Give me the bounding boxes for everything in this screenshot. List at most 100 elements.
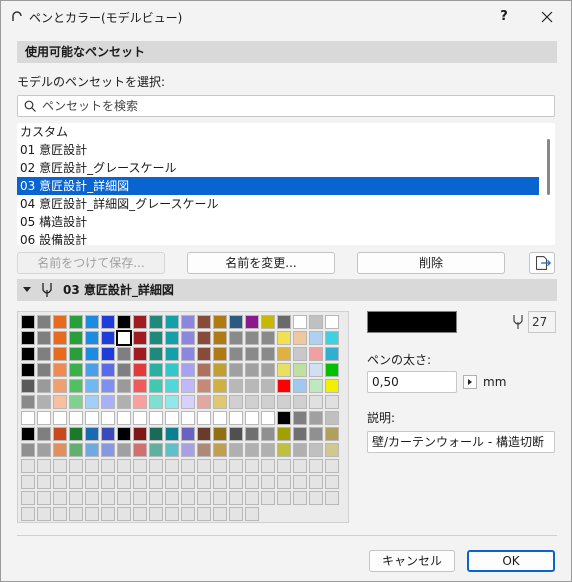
pen-swatch-83[interactable]	[53, 379, 67, 393]
pen-swatch-159[interactable]	[309, 427, 323, 441]
cancel-button[interactable]: キャンセル	[369, 550, 455, 572]
pen-swatch-45[interactable]	[85, 347, 99, 361]
pen-swatch-67[interactable]	[117, 363, 131, 377]
pen-swatch-80[interactable]	[325, 363, 339, 377]
pen-swatch-68[interactable]	[133, 363, 147, 377]
pen-swatch-115[interactable]	[245, 395, 259, 409]
pen-swatch-37[interactable]	[277, 331, 291, 345]
pen-swatch-89[interactable]	[149, 379, 163, 393]
pen-swatch-254[interactable]	[229, 507, 243, 521]
pen-swatch-95[interactable]	[245, 379, 259, 393]
pen-swatch-243[interactable]	[53, 507, 67, 521]
pen-swatch-63[interactable]	[53, 363, 67, 377]
pen-swatch-87[interactable]	[117, 379, 131, 393]
pen-swatch-47[interactable]	[117, 347, 131, 361]
pen-swatch-249[interactable]	[149, 507, 163, 521]
pen-swatch-43[interactable]	[53, 347, 67, 361]
pen-swatch-16[interactable]	[261, 315, 275, 329]
pen-swatch-81[interactable]	[21, 379, 35, 393]
pen-swatch-248[interactable]	[133, 507, 147, 521]
pen-swatch-208[interactable]	[133, 475, 147, 489]
pen-swatch-12[interactable]	[197, 315, 211, 329]
pen-swatch-22[interactable]	[37, 331, 51, 345]
pen-swatch-4[interactable]	[69, 315, 83, 329]
pen-swatch-106[interactable]	[101, 395, 115, 409]
pen-swatch-158[interactable]	[293, 427, 307, 441]
pen-swatch-20[interactable]	[325, 315, 339, 329]
pen-swatch-211[interactable]	[181, 475, 195, 489]
pen-swatch-18[interactable]	[293, 315, 307, 329]
pen-swatch-57[interactable]	[277, 347, 291, 361]
pen-swatch-122[interactable]	[37, 411, 51, 425]
pen-swatch-255[interactable]	[245, 507, 259, 521]
pen-swatch-64[interactable]	[69, 363, 83, 377]
pen-swatch-13[interactable]	[213, 315, 227, 329]
pen-swatch-72[interactable]	[197, 363, 211, 377]
pen-swatch-152[interactable]	[197, 427, 211, 441]
pen-swatch-51[interactable]	[181, 347, 195, 361]
pen-swatch-210[interactable]	[165, 475, 179, 489]
pen-swatch-110[interactable]	[165, 395, 179, 409]
pen-swatch-201[interactable]	[21, 475, 35, 489]
pen-swatch-52[interactable]	[197, 347, 211, 361]
pen-swatch-9[interactable]	[149, 315, 163, 329]
pen-swatch-205[interactable]	[85, 475, 99, 489]
pen-swatch-150[interactable]	[165, 427, 179, 441]
pen-color-swatch[interactable]	[367, 311, 457, 333]
pen-swatch-154[interactable]	[229, 427, 243, 441]
pen-swatch-204[interactable]	[69, 475, 83, 489]
pen-swatch-54[interactable]	[229, 347, 243, 361]
pen-swatch-190[interactable]	[165, 459, 179, 473]
pen-swatch-187[interactable]	[117, 459, 131, 473]
pen-swatch-130[interactable]	[165, 411, 179, 425]
pen-swatch-86[interactable]	[101, 379, 115, 393]
export-icon[interactable]	[529, 252, 555, 274]
pen-swatch-226[interactable]	[101, 491, 115, 505]
pen-swatch-230[interactable]	[165, 491, 179, 505]
pen-swatch-213[interactable]	[213, 475, 227, 489]
pen-swatch-220[interactable]	[325, 475, 339, 489]
pen-swatch-238[interactable]	[293, 491, 307, 505]
pen-swatch-75[interactable]	[245, 363, 259, 377]
pen-swatch-198[interactable]	[293, 459, 307, 473]
pen-swatch-251[interactable]	[181, 507, 195, 521]
pen-swatch-119[interactable]	[309, 395, 323, 409]
pen-swatch-97[interactable]	[277, 379, 291, 393]
pen-swatch-118[interactable]	[293, 395, 307, 409]
pen-swatch-33[interactable]	[213, 331, 227, 345]
pen-swatch-127[interactable]	[117, 411, 131, 425]
pen-swatch-234[interactable]	[229, 491, 243, 505]
pen-swatch-10[interactable]	[165, 315, 179, 329]
pen-swatch-85[interactable]	[85, 379, 99, 393]
pen-swatch-46[interactable]	[101, 347, 115, 361]
pen-swatch-96[interactable]	[261, 379, 275, 393]
pen-swatch-141[interactable]	[21, 427, 35, 441]
pen-swatch-224[interactable]	[69, 491, 83, 505]
pen-swatch-222[interactable]	[37, 491, 51, 505]
pen-swatch-151[interactable]	[181, 427, 195, 441]
pen-swatch-215[interactable]	[245, 475, 259, 489]
pen-swatch-27[interactable]	[116, 330, 132, 346]
pen-swatch-142[interactable]	[37, 427, 51, 441]
pen-swatch-231[interactable]	[181, 491, 195, 505]
pen-swatch-11[interactable]	[181, 315, 195, 329]
pen-swatch-217[interactable]	[277, 475, 291, 489]
list-item[interactable]: 02 意匠設計_グレースケール	[17, 159, 539, 177]
close-icon[interactable]	[533, 5, 561, 29]
pen-swatch-216[interactable]	[261, 475, 275, 489]
pen-swatch-235[interactable]	[245, 491, 259, 505]
pen-swatch-143[interactable]	[53, 427, 67, 441]
pen-swatch-250[interactable]	[165, 507, 179, 521]
pen-swatch-92[interactable]	[197, 379, 211, 393]
pen-swatch-53[interactable]	[213, 347, 227, 361]
pen-swatch-19[interactable]	[309, 315, 323, 329]
pen-swatch-123[interactable]	[53, 411, 67, 425]
pen-swatch-98[interactable]	[293, 379, 307, 393]
pen-swatch-15[interactable]	[245, 315, 259, 329]
pen-swatch-124[interactable]	[69, 411, 83, 425]
pen-swatch-101[interactable]	[21, 395, 35, 409]
pen-swatch-182[interactable]	[37, 459, 51, 473]
unit-arrow-button[interactable]	[463, 375, 477, 389]
pen-swatch-40[interactable]	[325, 331, 339, 345]
pen-swatch-28[interactable]	[133, 331, 147, 345]
